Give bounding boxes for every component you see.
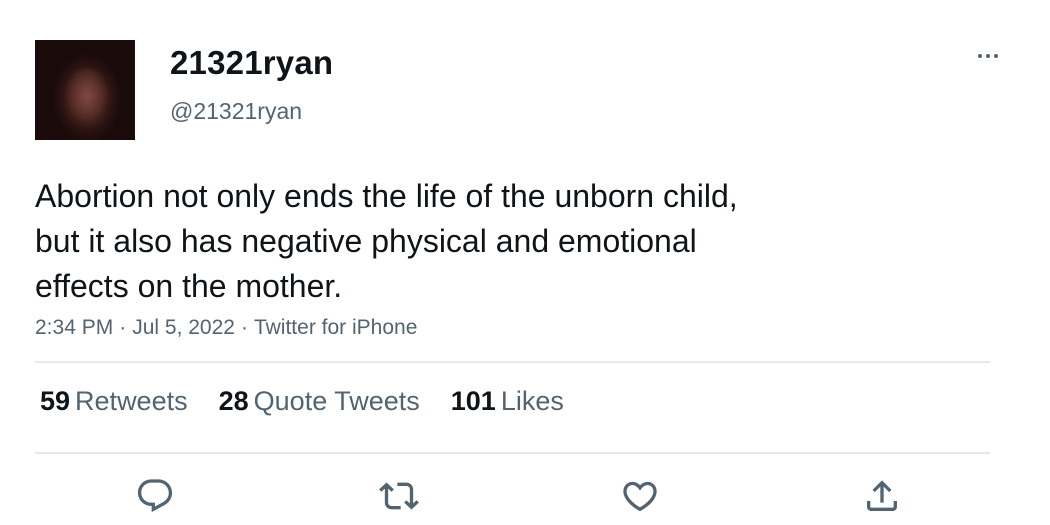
meta-separator: · [119, 316, 127, 339]
like-button[interactable] [620, 476, 660, 516]
reply-icon [137, 479, 173, 513]
share-button[interactable] [862, 476, 902, 516]
divider [35, 452, 990, 454]
likes-label: Likes [500, 386, 564, 416]
meta-separator: · [240, 316, 248, 339]
heart-icon [623, 481, 657, 512]
tweet-source[interactable]: Twitter for iPhone [254, 316, 417, 339]
quote-tweets-stat[interactable]: 28 Quote Tweets [219, 386, 420, 417]
retweet-button[interactable] [379, 476, 419, 516]
more-options-icon[interactable] [972, 44, 1004, 68]
display-name[interactable]: 21321ryan [170, 44, 333, 82]
retweet-icon [379, 482, 419, 510]
user-handle[interactable]: @21321ryan [170, 98, 302, 125]
retweets-count: 59 [40, 386, 71, 416]
likes-count: 101 [450, 386, 496, 416]
tweet-metadata: 2:34 PM · Jul 5, 2022 · Twitter for iPhone [35, 316, 417, 340]
avatar[interactable] [35, 40, 135, 140]
engagement-stats: 59 Retweets 28 Quote Tweets 101 Likes [40, 386, 595, 417]
quote-tweets-label: Quote Tweets [253, 386, 420, 416]
share-icon [867, 480, 897, 511]
retweets-stat[interactable]: 59 Retweets [40, 386, 188, 417]
tweet-card: 21321ryan @21321ryan Abortion not only e… [0, 0, 1050, 525]
quote-tweets-count: 28 [218, 386, 249, 416]
likes-stat[interactable]: 101 Likes [451, 386, 564, 417]
tweet-date[interactable]: Jul 5, 2022 [132, 316, 235, 339]
divider [35, 361, 990, 363]
tweet-time[interactable]: 2:34 PM [35, 316, 113, 339]
retweets-label: Retweets [75, 386, 188, 416]
reply-button[interactable] [135, 476, 175, 516]
tweet-text: Abortion not only ends the life of the u… [35, 178, 738, 304]
avatar-photo [65, 68, 109, 124]
